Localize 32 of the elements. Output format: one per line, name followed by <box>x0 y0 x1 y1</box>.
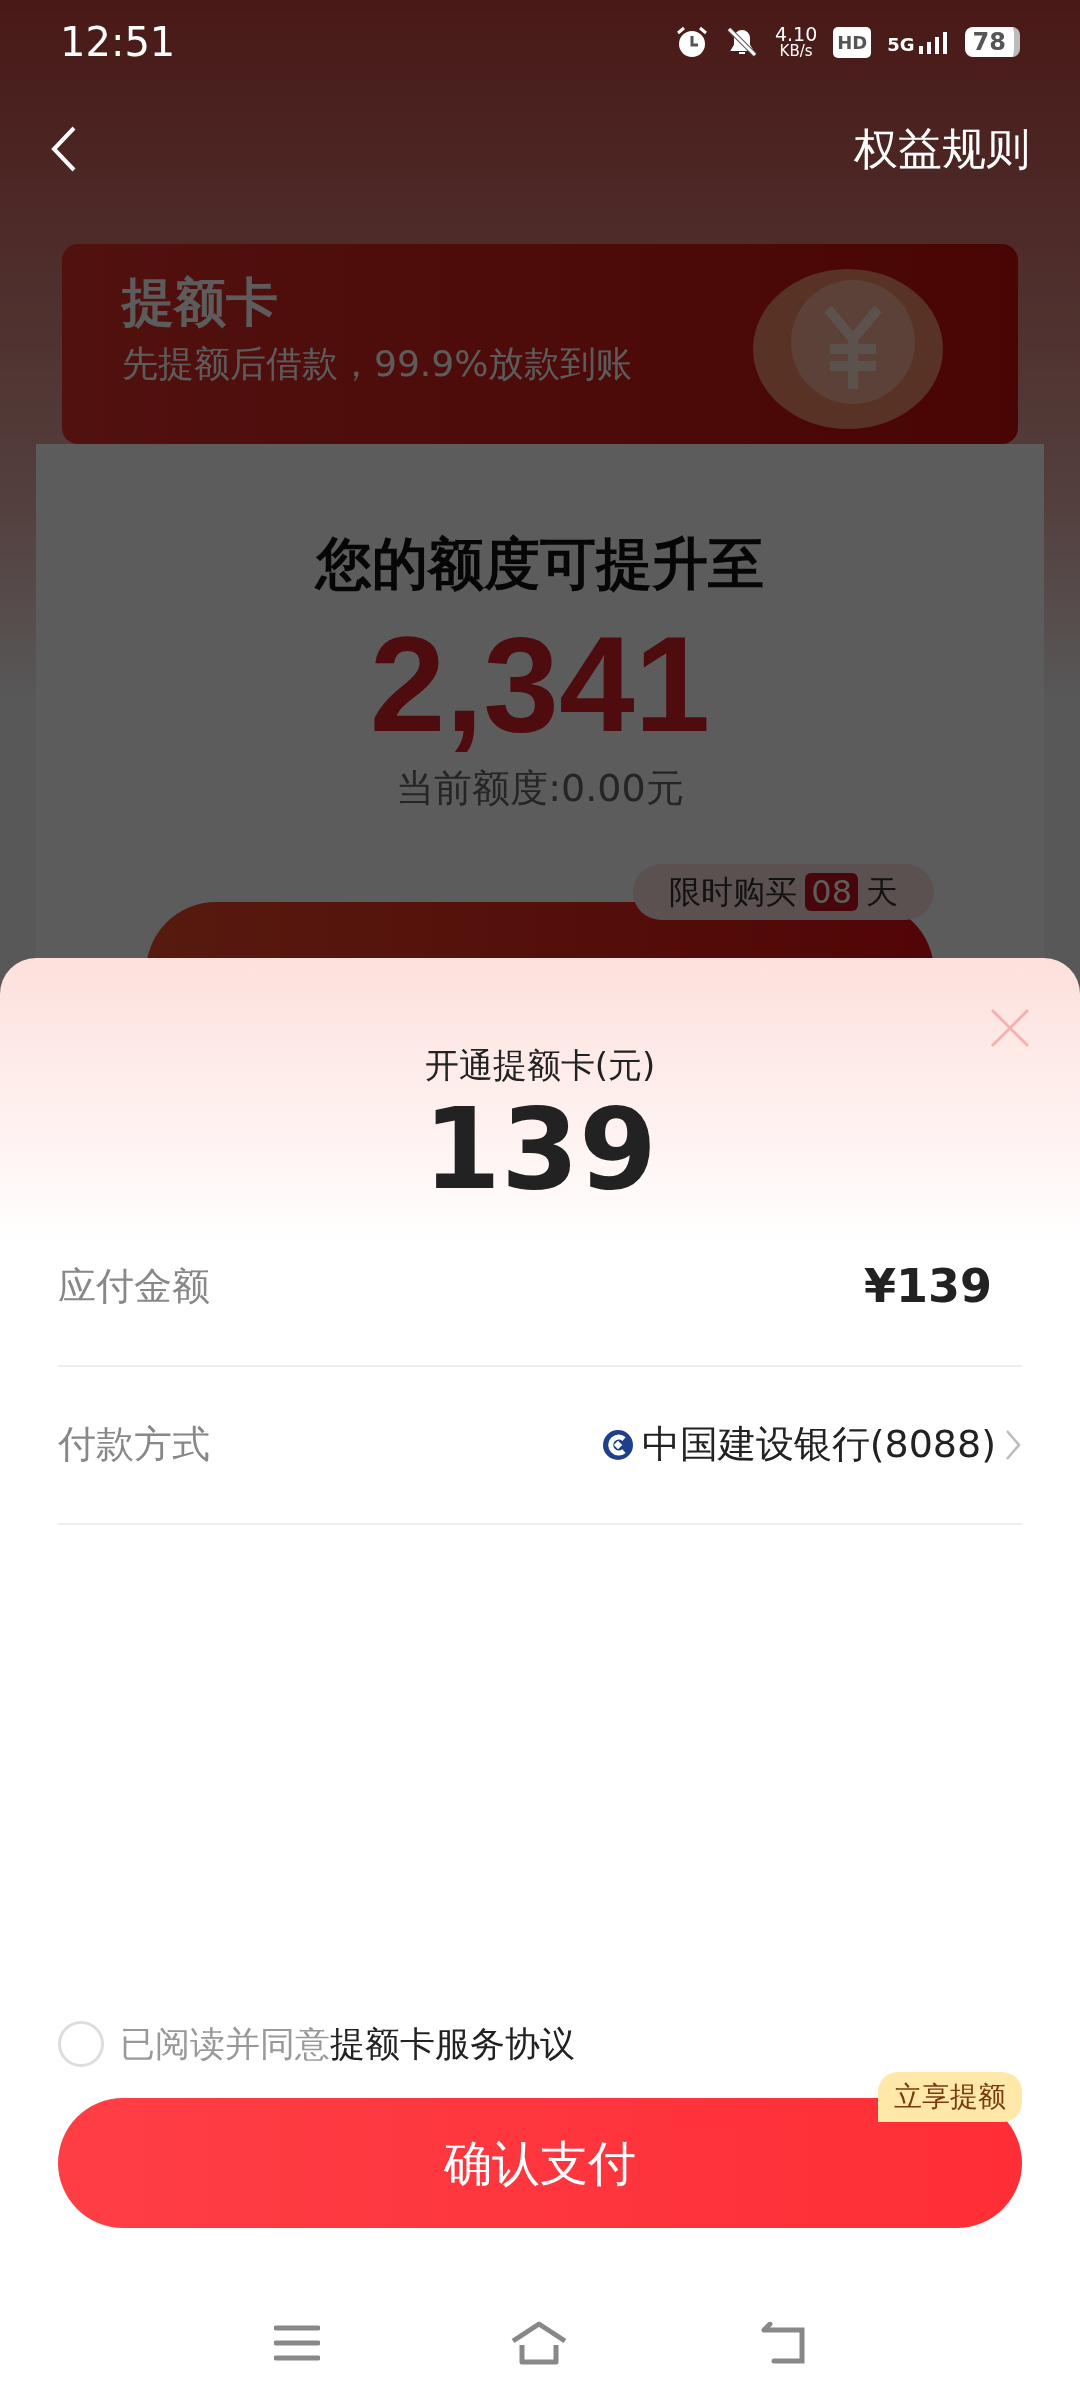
agreement-checkbox[interactable] <box>58 2020 104 2067</box>
rules-link[interactable]: 权益规则 <box>854 116 1030 182</box>
signal-icon <box>918 30 949 54</box>
bank-account[interactable]: 中国建设银行(8088) <box>641 1416 996 1474</box>
days-count: 08 <box>805 873 858 911</box>
network-type: 5G <box>887 36 915 54</box>
hd-badge: HD <box>833 26 872 58</box>
banner-title: 提额卡 <box>122 274 279 332</box>
home-icon[interactable] <box>510 2321 568 2365</box>
sheet-title: 开通提额卡(元) <box>423 1044 657 1087</box>
network-speed: 4.10 <box>774 25 818 44</box>
agreement-link[interactable]: 提额卡服务协议 <box>330 2023 575 2064</box>
status-time: 12:51 <box>60 18 176 67</box>
bank-logo-icon <box>601 1428 634 1461</box>
battery-indicator: 78 <box>964 27 1020 57</box>
menu-icon[interactable] <box>274 2324 320 2362</box>
amount-value: ¥139 <box>863 1258 992 1316</box>
back-icon[interactable] <box>50 125 78 173</box>
tag-text: 天 <box>866 873 898 911</box>
quota-heading: 您的额度可提升至 <box>313 530 765 598</box>
quota-amount: 2,341 <box>368 610 712 760</box>
price-amount: 139 <box>422 1091 658 1209</box>
row-label: 付款方式 <box>58 1421 210 1469</box>
bell-off-icon <box>724 25 759 59</box>
promo-tag: 立享提额 <box>878 2072 1022 2122</box>
speed-unit: KB/s <box>778 44 814 59</box>
agreement-text: 已阅读并同意提额卡服务协议 <box>120 2022 575 2066</box>
alarm-icon <box>674 25 709 59</box>
back-nav-icon[interactable] <box>758 2322 806 2364</box>
banner-subtitle: 先提额后借款，99.9%放款到账 <box>122 342 634 387</box>
tag-text: 限时购买 <box>669 873 798 911</box>
row-label: 应付金额 <box>58 1263 210 1311</box>
